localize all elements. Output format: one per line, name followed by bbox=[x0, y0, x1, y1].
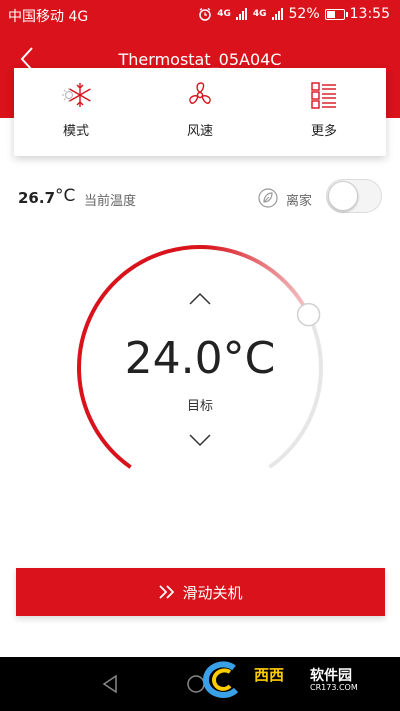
dial-handle[interactable] bbox=[296, 302, 321, 327]
nav-back-icon[interactable] bbox=[100, 674, 120, 694]
watermark-site: 软件园 bbox=[310, 668, 352, 684]
slide-power-off-label: 滑动关机 bbox=[182, 583, 243, 602]
temperature-dial[interactable] bbox=[0, 0, 400, 560]
target-label: 目标 bbox=[186, 399, 213, 414]
watermark-url: CR173.COM bbox=[310, 683, 358, 692]
slide-power-off-button[interactable]: 滑动关机 bbox=[16, 568, 385, 616]
double-chevron-right-icon bbox=[159, 585, 175, 599]
target-temp-value: 24.0°C bbox=[124, 333, 276, 384]
watermark-brand: 西西 bbox=[254, 666, 285, 684]
decrease-temp-button[interactable] bbox=[188, 433, 212, 447]
watermark-c-mark bbox=[202, 661, 239, 698]
increase-temp-button[interactable] bbox=[188, 292, 212, 306]
watermark-logo: 西西 软件园 CR173.COM bbox=[200, 660, 386, 700]
